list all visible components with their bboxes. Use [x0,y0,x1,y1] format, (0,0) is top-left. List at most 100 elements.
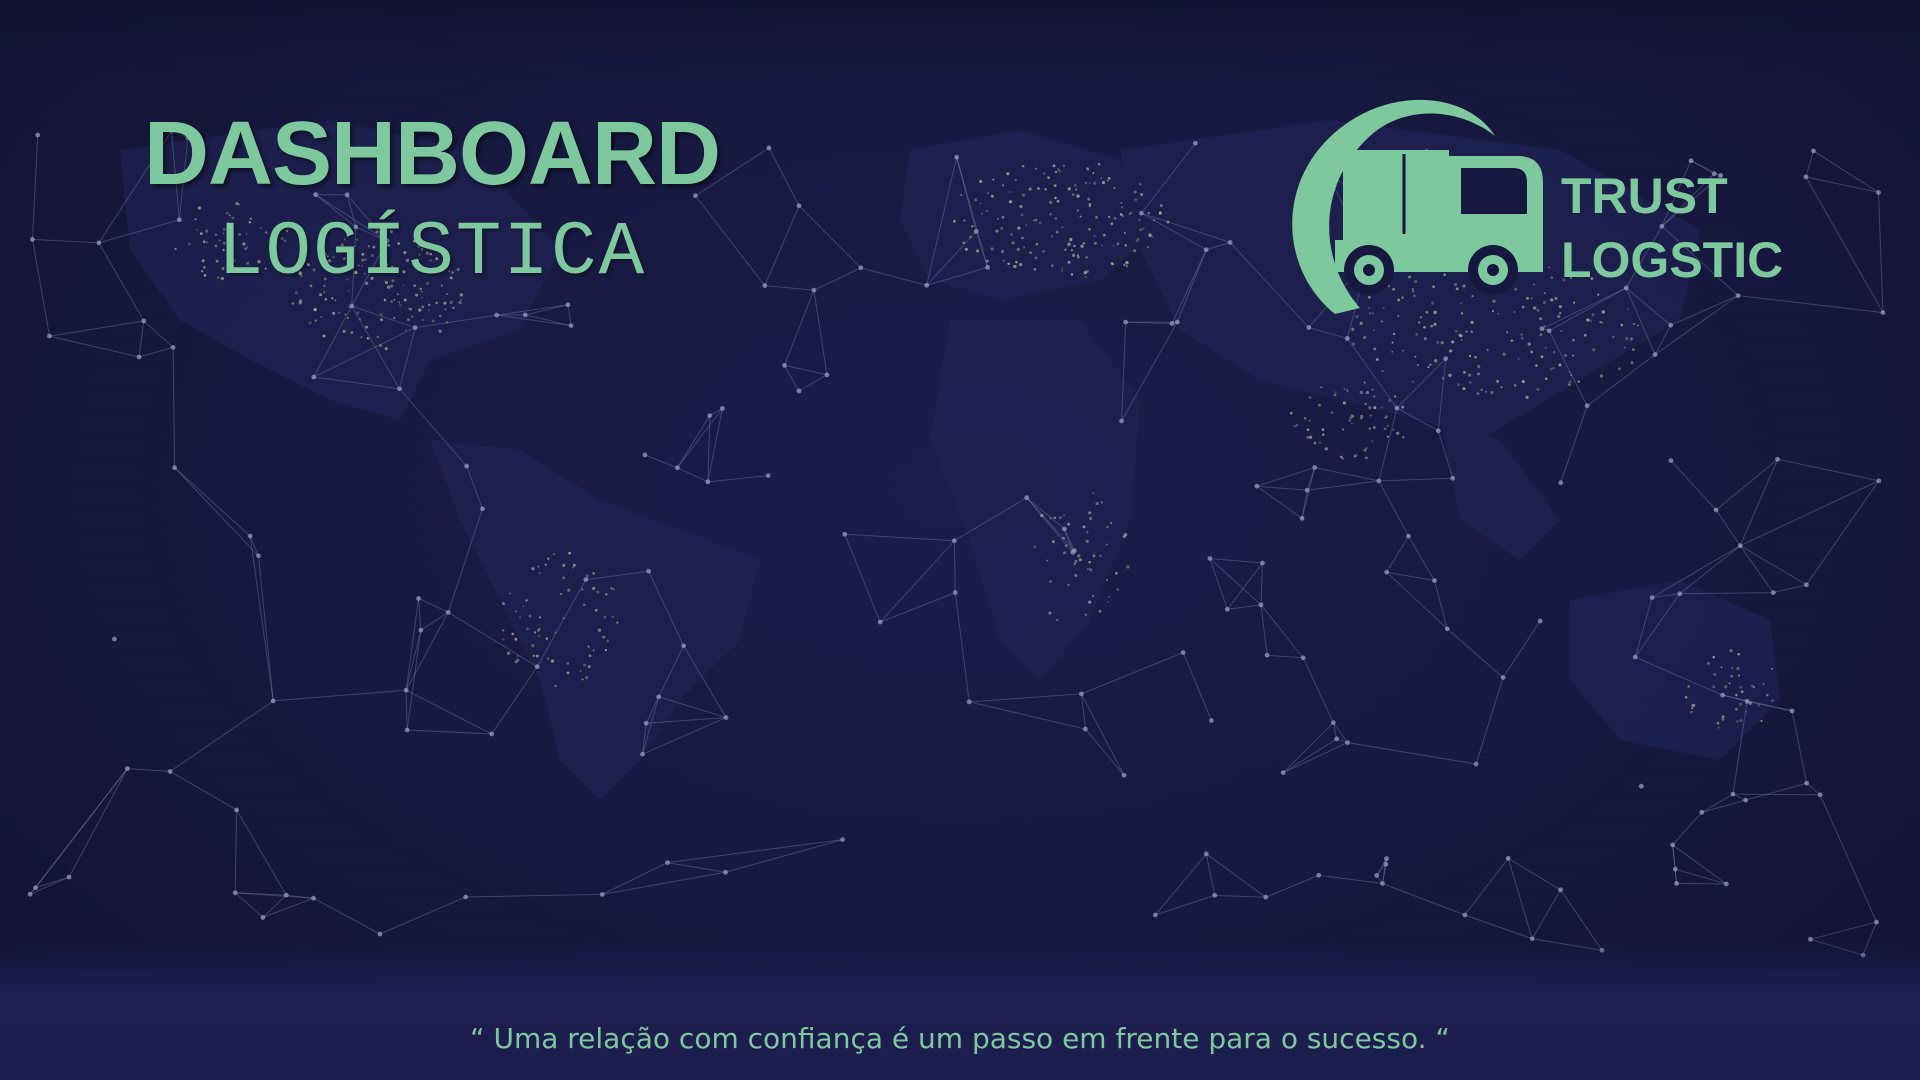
network-node [1743,797,1749,803]
city-light [1348,416,1353,420]
city-light [566,671,570,675]
logo-line-2: LOGSTIC [1561,232,1784,288]
network-link [1301,467,1316,519]
network-link [174,467,251,537]
city-light [964,247,968,251]
city-light [1085,270,1089,274]
city-light [428,309,430,312]
network-link [1475,677,1504,765]
network-link [143,320,174,348]
network-link [1791,710,1808,784]
city-light [421,305,425,309]
network-node [124,766,130,772]
network-node [1376,478,1382,484]
network-node [1263,894,1269,900]
network-node [1061,526,1067,532]
city-light [1394,395,1397,398]
network-link [1810,921,1877,940]
city-light [1771,699,1774,703]
network-node [1450,475,1456,481]
network-link [1433,580,1448,629]
network-node [796,388,802,394]
network-link [1675,868,1727,885]
city-light [1076,255,1080,259]
network-link [1446,628,1504,678]
city-light [1052,164,1056,168]
city-light [314,319,317,322]
city-light [1731,666,1734,670]
city-light [1146,245,1150,249]
city-light [1063,164,1065,167]
city-light [1098,609,1102,613]
city-light [313,308,317,312]
city-light [1088,228,1091,231]
network-link [813,267,862,291]
city-light [1687,685,1690,688]
city-light [1057,168,1060,171]
network-node [33,885,38,891]
city-light [1617,367,1621,371]
city-light [1029,251,1032,255]
network-node [464,463,470,469]
company-logo: TRUST LOGSTIC [1285,96,1805,336]
city-light [1381,369,1384,373]
city-light [1092,554,1096,558]
city-light [1109,522,1112,525]
city-light [560,592,562,595]
network-node [1260,560,1265,566]
page-title: DASHBOARD [144,104,721,204]
network-link [405,689,492,735]
city-light [1134,198,1138,202]
city-light [1346,389,1349,392]
network-node [954,154,960,160]
city-light [1072,193,1075,196]
network-node [1119,418,1124,424]
network-node [951,538,957,544]
network-node [1207,556,1213,561]
city-light [1760,719,1763,723]
network-node [1537,618,1543,624]
city-light [1077,554,1081,558]
city-light [514,637,518,641]
network-link [1121,321,1178,422]
city-light [1088,203,1092,206]
network-link [764,205,800,286]
network-node [463,894,469,900]
city-light [990,247,994,251]
city-light [1460,338,1463,341]
city-light [562,563,566,568]
city-light [1384,416,1387,419]
city-light [960,194,963,196]
city-light [418,308,422,312]
network-node [565,302,571,308]
city-light [1088,600,1092,604]
city-light [1318,441,1322,444]
city-light [571,566,575,569]
network-node [766,145,772,151]
city-light [1448,373,1452,377]
city-light [1093,235,1096,238]
city-light [1159,211,1162,214]
city-light [1082,525,1086,529]
city-light [1364,402,1367,405]
city-light [1106,179,1109,182]
network-link [567,304,572,326]
network-link [379,896,466,935]
city-light [1502,352,1506,356]
city-light [1684,695,1688,699]
city-light [1025,223,1028,226]
network-link [1256,467,1315,487]
city-light [515,610,518,613]
network-node [1169,321,1175,326]
bottom-shade [0,940,1920,1080]
city-light [1757,704,1760,707]
city-light [995,229,999,233]
network-node [480,506,485,512]
city-light [393,298,396,301]
network-node [824,372,830,378]
city-light [1496,379,1500,383]
city-light [1067,260,1071,264]
network-link [1154,853,1207,916]
city-light [1092,171,1095,175]
city-light [606,639,609,643]
